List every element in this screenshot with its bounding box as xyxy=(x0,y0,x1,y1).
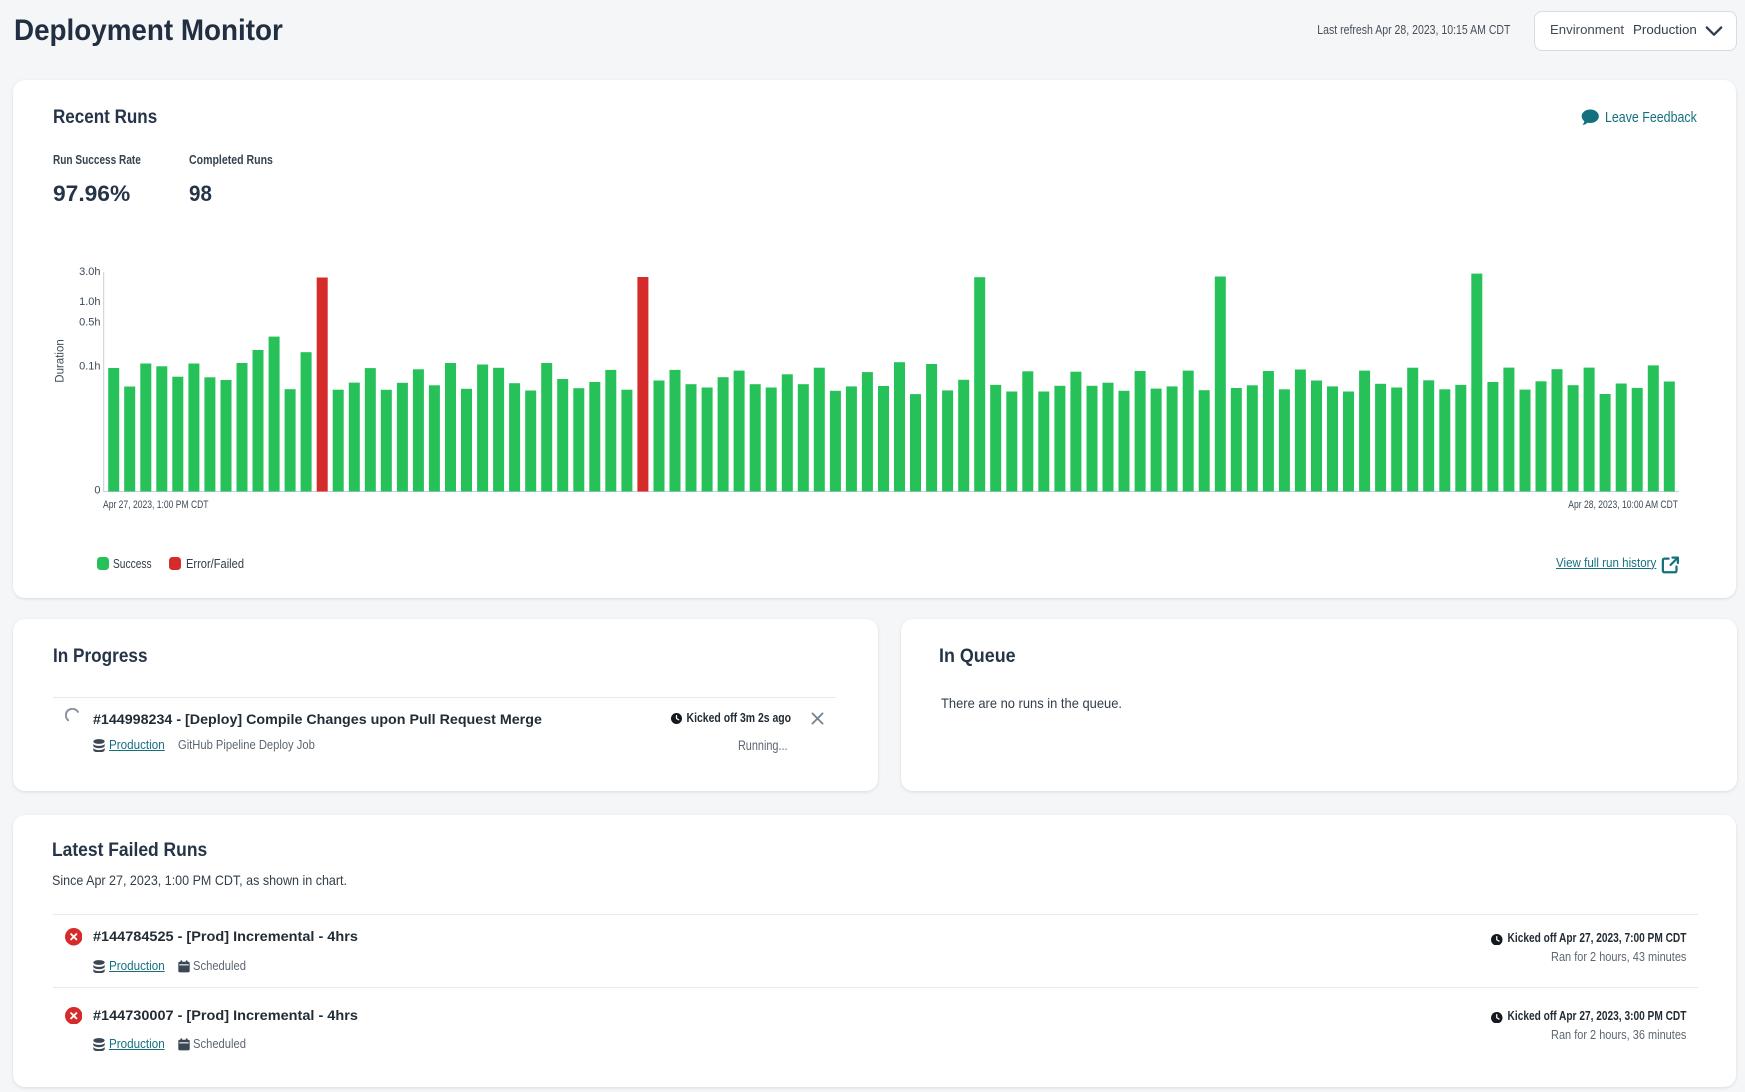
svg-text:3.0h: 3.0h xyxy=(79,266,100,278)
svg-text:Apr 28, 2023, 10:00 AM CDT: Apr 28, 2023, 10:00 AM CDT xyxy=(1568,499,1678,511)
svg-text:0: 0 xyxy=(94,484,100,496)
svg-text:0.5h: 0.5h xyxy=(79,316,100,328)
svg-text:Duration: Duration xyxy=(55,339,67,382)
svg-text:0.1h: 0.1h xyxy=(79,361,100,373)
svg-text:1.0h: 1.0h xyxy=(79,296,100,308)
svg-text:Apr 27, 2023, 1:00 PM CDT: Apr 27, 2023, 1:00 PM CDT xyxy=(103,499,209,511)
